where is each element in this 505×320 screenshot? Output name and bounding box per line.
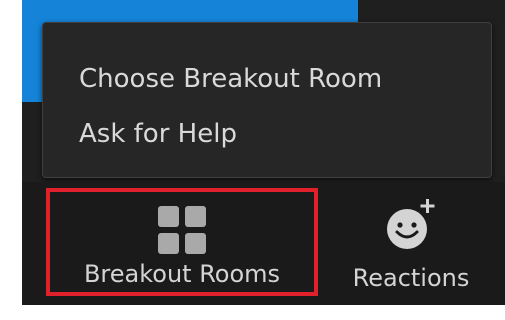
menu-item-choose-breakout-room[interactable]: Choose Breakout Room <box>79 64 382 94</box>
meeting-toolbar: Breakout Rooms Reactions <box>22 182 505 305</box>
breakout-rooms-menu: Choose Breakout Room Ask for Help <box>42 22 492 178</box>
reactions-button[interactable]: Reactions <box>326 188 496 296</box>
menu-item-ask-for-help[interactable]: Ask for Help <box>79 119 237 149</box>
grid-icon <box>158 206 206 254</box>
breakout-rooms-button[interactable]: Breakout Rooms <box>46 188 318 296</box>
breakout-rooms-label: Breakout Rooms <box>83 260 281 288</box>
screenshot-stage: Choose Breakout Room Ask for Help Breako… <box>0 0 505 320</box>
smiley-add-icon <box>387 199 435 249</box>
reactions-label: Reactions <box>352 264 470 292</box>
